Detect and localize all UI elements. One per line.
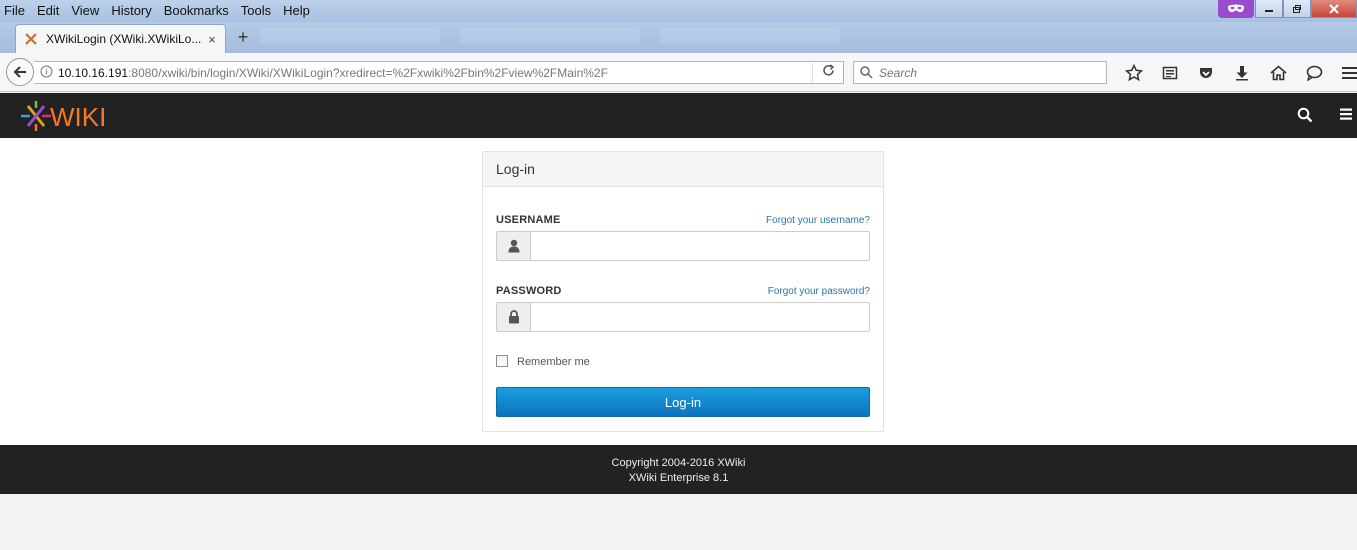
menu-bar: File Edit View History Bookmarks Tools H… — [0, 0, 322, 20]
menu-edit[interactable]: Edit — [37, 3, 59, 18]
url-text[interactable]: 10.10.16.191:8080/xwiki/bin/login/XWiki/… — [58, 66, 812, 80]
login-panel: Log-in USERNAME Forgot your username? PA… — [482, 151, 884, 432]
menu-view[interactable]: View — [71, 3, 99, 18]
username-input-group — [496, 231, 870, 261]
xwiki-footer: Copyright 2004-2016 XWiki XWiki Enterpri… — [0, 445, 1357, 494]
footer-version: XWiki Enterprise 8.1 — [628, 472, 729, 484]
navigation-toolbar: 10.10.16.191:8080/xwiki/bin/login/XWiki/… — [0, 53, 1357, 92]
background-tabs — [260, 28, 840, 44]
xwiki-hamburger-menu-icon[interactable] — [1339, 107, 1353, 124]
xwiki-favicon-icon — [24, 32, 38, 46]
remember-me-checkbox[interactable] — [496, 354, 508, 367]
password-label: PASSWORD — [496, 285, 562, 297]
home-icon[interactable] — [1260, 61, 1296, 84]
tab-strip: XWikiLogin (XWiki.XWikiLo... × + — [0, 22, 1357, 53]
menu-tools[interactable]: Tools — [241, 3, 271, 18]
download-icon[interactable] — [1224, 61, 1260, 84]
search-input[interactable] — [879, 65, 1099, 80]
background-tab[interactable] — [460, 28, 640, 44]
back-arrow-icon — [13, 66, 26, 78]
background-tab[interactable] — [260, 28, 440, 44]
search-bar[interactable] — [853, 61, 1107, 84]
username-field-header: USERNAME Forgot your username? — [496, 212, 870, 228]
forgot-password-link[interactable]: Forgot your password? — [768, 286, 870, 297]
reader-list-icon[interactable] — [1152, 61, 1188, 84]
xwiki-logo-x-icon — [21, 101, 51, 131]
login-form: USERNAME Forgot your username? PASSWORD … — [483, 187, 883, 417]
login-submit-button[interactable]: Log-in — [496, 387, 870, 417]
search-icon — [860, 66, 873, 79]
menu-help[interactable]: Help — [283, 3, 310, 18]
url-path: :8080/xwiki/bin/login/XWiki/XWikiLogin?x… — [128, 65, 608, 80]
url-bar[interactable]: 10.10.16.191:8080/xwiki/bin/login/XWiki/… — [34, 61, 844, 84]
password-input[interactable] — [531, 302, 870, 332]
private-browsing-mask-icon[interactable] — [1218, 0, 1254, 18]
xwiki-search-icon[interactable] — [1297, 107, 1313, 126]
site-info-icon[interactable] — [34, 65, 58, 81]
menu-bookmarks[interactable]: Bookmarks — [164, 3, 229, 18]
main-content: Log-in USERNAME Forgot your username? PA… — [0, 138, 1357, 445]
back-button[interactable] — [6, 58, 34, 86]
menu-file[interactable]: File — [4, 3, 25, 18]
xwiki-logo-text: WIKI — [50, 102, 106, 132]
background-tab[interactable] — [660, 28, 840, 44]
chat-bubble-icon[interactable] — [1296, 61, 1332, 84]
reload-icon[interactable] — [813, 64, 843, 81]
bookmark-star-icon[interactable] — [1116, 61, 1152, 84]
lock-icon — [496, 302, 531, 332]
username-input[interactable] — [531, 231, 870, 261]
username-label: USERNAME — [496, 214, 561, 226]
password-field-header: PASSWORD Forgot your password? — [496, 283, 870, 299]
url-host: 10.10.16.191 — [58, 65, 129, 80]
remember-me-row: Remember me — [496, 353, 870, 368]
forgot-username-link[interactable]: Forgot your username? — [766, 215, 870, 226]
close-window-button[interactable] — [1311, 0, 1357, 18]
tab-title: XWikiLogin (XWiki.XWikiLo... — [46, 32, 202, 46]
toolbar-icons — [1116, 61, 1357, 84]
password-input-group — [496, 302, 870, 332]
pocket-icon[interactable] — [1188, 61, 1224, 84]
minimize-window-button[interactable] — [1255, 0, 1283, 18]
restore-window-button[interactable] — [1283, 0, 1311, 18]
login-panel-title: Log-in — [483, 152, 883, 187]
footer-copyright: Copyright 2004-2016 XWiki — [611, 457, 746, 469]
browser-titlebar: File Edit View History Bookmarks Tools H… — [0, 0, 1357, 22]
xwiki-navbar: WIKI — [0, 93, 1357, 138]
tab-close-icon[interactable]: × — [203, 32, 221, 47]
xwiki-logo[interactable]: WIKI — [18, 99, 118, 136]
menu-history[interactable]: History — [111, 3, 151, 18]
new-tab-button[interactable]: + — [234, 28, 252, 46]
user-icon — [496, 231, 531, 261]
page-background — [0, 494, 1357, 550]
hamburger-menu-icon[interactable] — [1332, 61, 1357, 84]
remember-me-label[interactable]: Remember me — [517, 356, 590, 368]
tab-xwiki-login[interactable]: XWikiLogin (XWiki.XWikiLo... × — [15, 24, 226, 53]
